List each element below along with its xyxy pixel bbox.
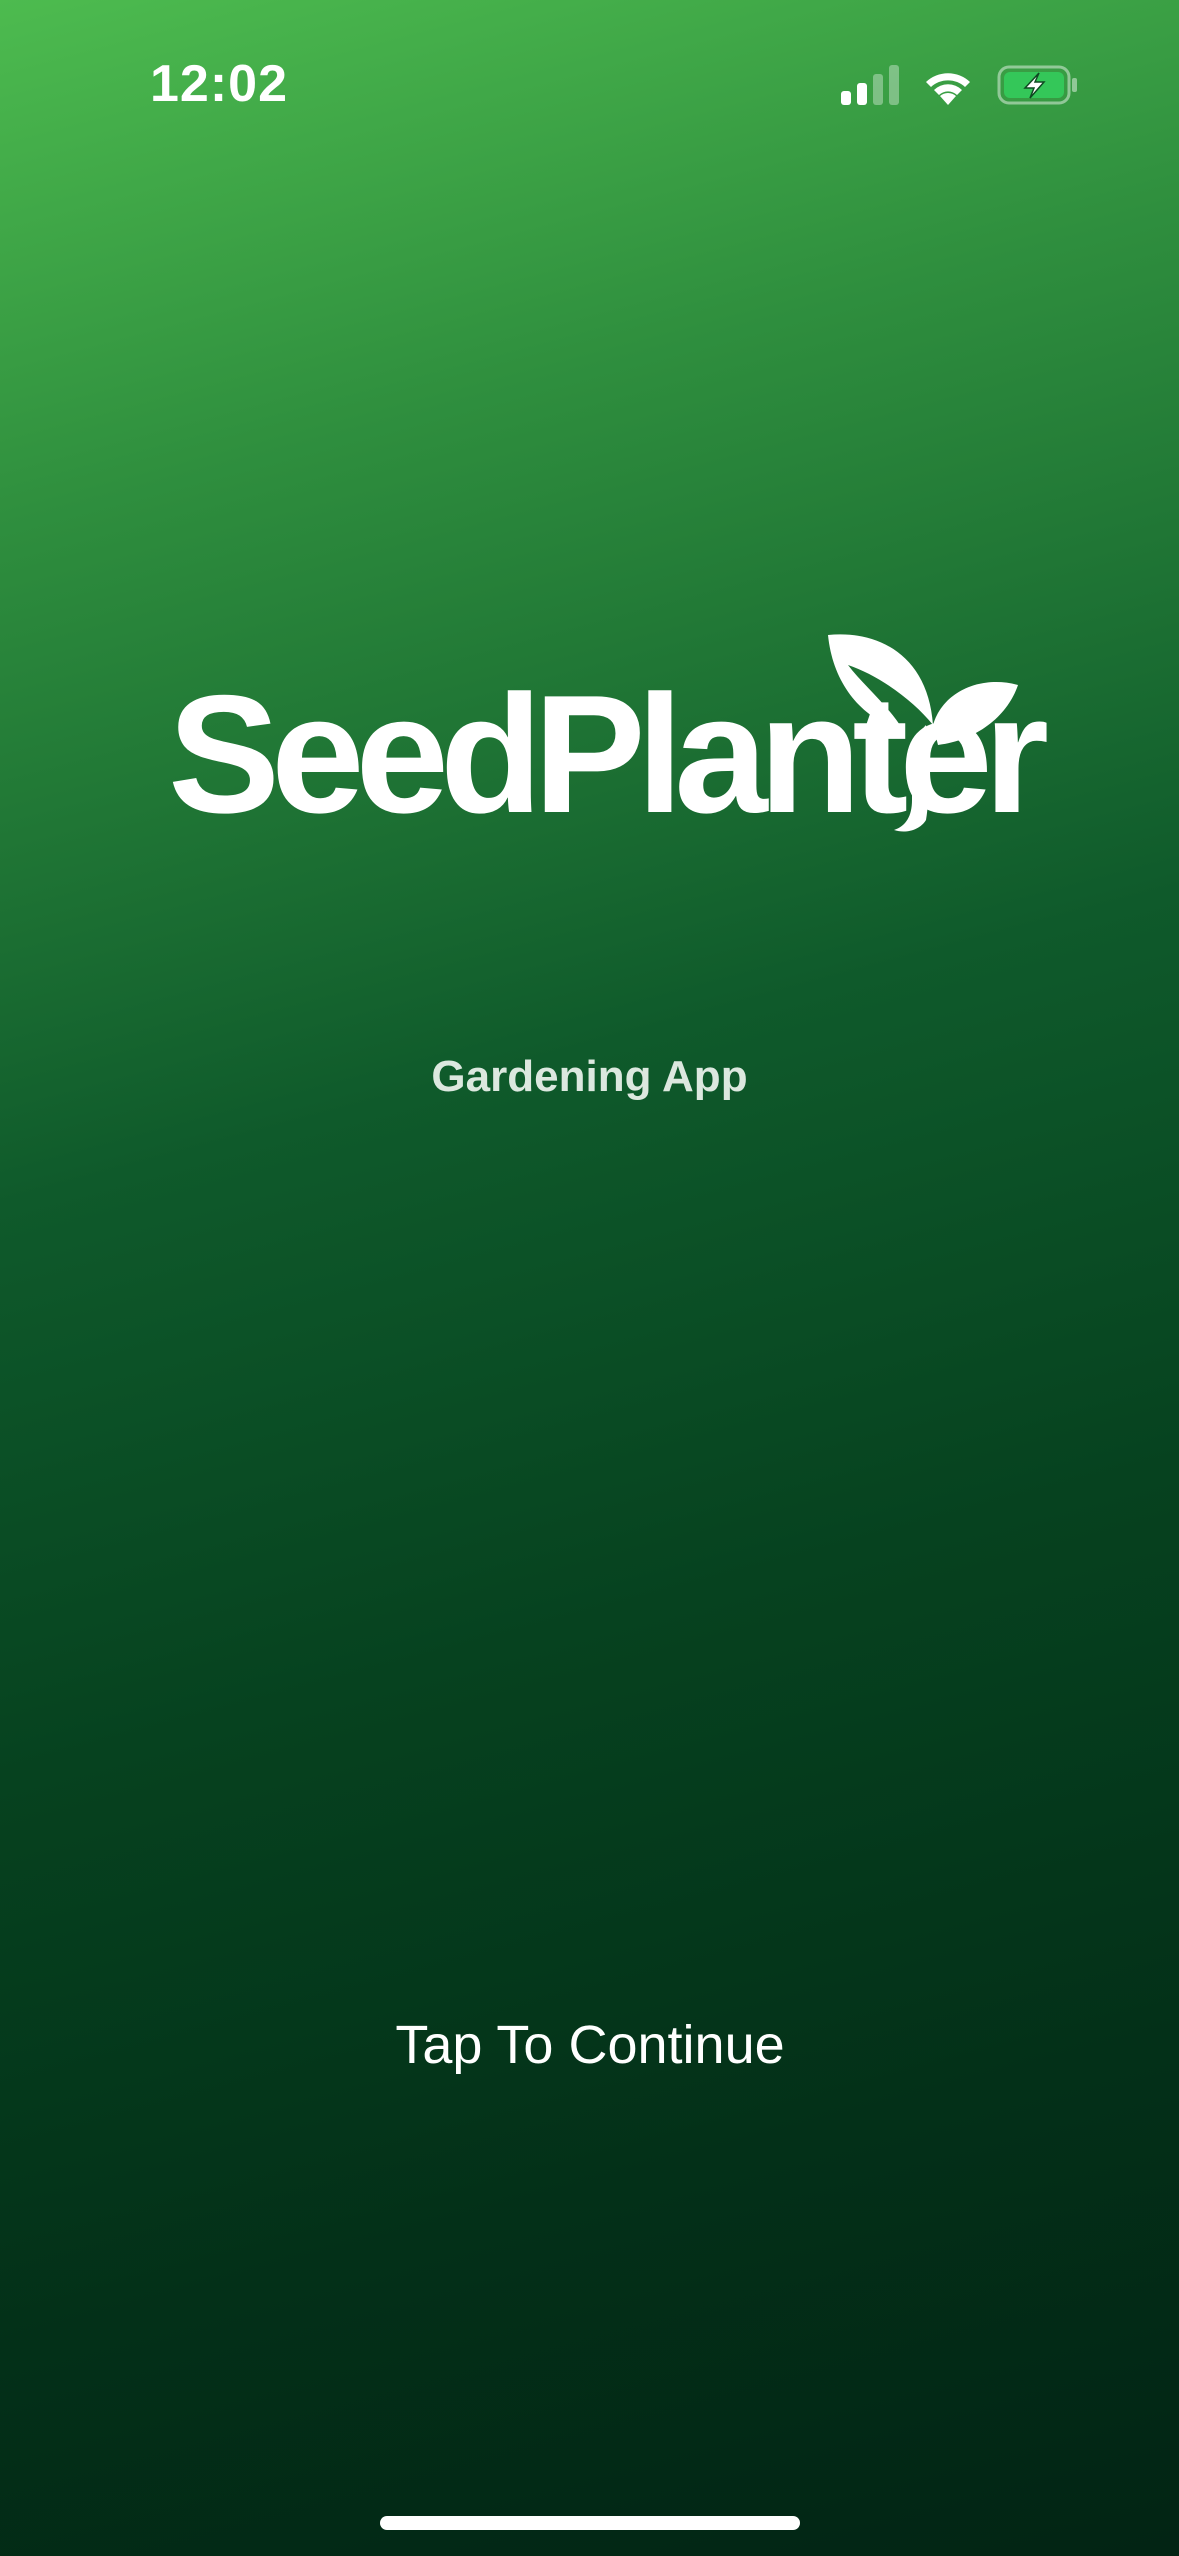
wifi-icon [921, 65, 975, 110]
status-time: 12:02 [150, 55, 288, 113]
cellular-signal-icon [841, 64, 899, 110]
status-bar: 12:02 [0, 0, 1179, 160]
sprout-icon [828, 634, 1018, 832]
home-indicator[interactable] [380, 2516, 800, 2530]
battery-charging-icon [997, 64, 1079, 111]
app-subtitle: Gardening App [431, 1052, 748, 1101]
tap-to-continue-button[interactable]: Tap To Continue [340, 2000, 840, 2090]
status-icons [841, 62, 1079, 112]
app-logo: SeedPlanter [168, 630, 1049, 840]
